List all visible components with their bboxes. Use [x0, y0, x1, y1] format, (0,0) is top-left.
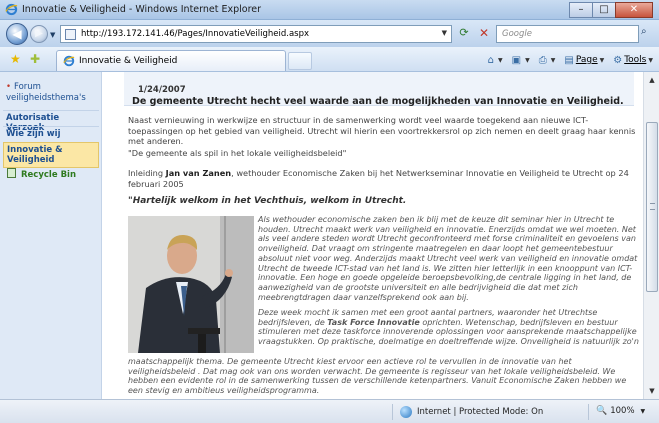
article-subtitle: "De gemeente als spil in het lokale veil…: [128, 148, 347, 158]
forward-button[interactable]: ▶: [30, 25, 48, 43]
security-zone[interactable]: Internet | Protected Mode: On: [400, 406, 543, 418]
gear-icon: ⚙: [613, 54, 623, 66]
search-input[interactable]: Google: [496, 25, 639, 43]
article-intro: Naast vernieuwing in werkwijze en struct…: [128, 115, 636, 146]
task-force-name: Task Force Innovatie: [327, 317, 420, 327]
add-favorites-icon[interactable]: ✚: [30, 52, 40, 66]
article: 1/24/2007 De gemeente Utrecht hecht veel…: [104, 72, 643, 399]
sidebar-item-innovatie-veiligheid[interactable]: Innovatie & Veiligheid: [3, 142, 99, 168]
tab-bar: ★ ✚ Innovatie & Veiligheid ⌂ ▼ ▣ ▼ ⎙ ▼ ▤ Pag…: [0, 47, 659, 72]
zoom-magnifier-icon: 🔍: [596, 406, 608, 416]
minimize-button[interactable]: –: [569, 2, 593, 18]
page-icon: ▤: [564, 54, 574, 66]
speaker-name: Jan van Zanen: [165, 168, 232, 178]
print-icon: ⎙: [538, 54, 547, 66]
article-header: 1/24/2007 De gemeente Utrecht hecht veel…: [124, 72, 634, 107]
sidebar-item-forum-label: Forum veiligheidsthema's: [6, 82, 86, 103]
sidebar-section-header-clipped: [0, 72, 102, 77]
globe-icon: [400, 406, 412, 418]
zoom-dropdown-icon: ▼: [640, 407, 646, 415]
zoom-level-label: 100%: [610, 406, 635, 416]
new-tab-button[interactable]: [288, 52, 312, 70]
tools-menu[interactable]: ⚙ Tools ▼: [613, 55, 653, 66]
bullet-icon: •: [6, 82, 12, 92]
back-button[interactable]: ◀: [6, 23, 28, 45]
stop-icon[interactable]: ✕: [476, 26, 492, 42]
address-bar[interactable]: http://193.172.141.46/Pages/InnovatieVei…: [60, 25, 452, 43]
maximize-button[interactable]: □: [592, 2, 616, 18]
vertical-scrollbar[interactable]: ▲ ▼: [643, 72, 659, 399]
scrollbar-thumb[interactable]: [646, 122, 658, 292]
maximize-icon: □: [599, 4, 609, 15]
internet-explorer-tab-icon: [63, 55, 75, 67]
page-viewport: • Forum veiligheidsthema's Autorisatie Ve…: [0, 72, 643, 399]
home-button[interactable]: ⌂ ▼: [488, 55, 503, 66]
sidebar: • Forum veiligheidsthema's Autorisatie Ve…: [0, 72, 102, 399]
address-dropdown-icon[interactable]: ▼: [442, 29, 447, 37]
close-button[interactable]: ✕: [615, 2, 653, 18]
tab-innovatie-veiligheid[interactable]: Innovatie & Veiligheid: [56, 50, 286, 71]
sidebar-item-forum[interactable]: • Forum veiligheidsthema's: [6, 82, 98, 104]
tab-label: Innovatie & Veiligheid: [79, 56, 178, 66]
speaker-photo: [128, 216, 254, 353]
article-date: 1/24/2007: [138, 85, 186, 95]
recycle-bin-label: Recycle Bin: [21, 170, 77, 180]
navigation-bar: ◀ ▶ ▼ http://193.172.141.46/Pages/Innova…: [0, 20, 659, 47]
window-controls: – □ ✕: [569, 2, 653, 18]
grip-icon: [650, 203, 655, 210]
status-divider: [392, 404, 393, 420]
article-lead-prefix: Inleiding: [128, 168, 166, 178]
forward-arrow-icon: ▶: [35, 28, 43, 39]
search-placeholder: Google: [502, 29, 532, 39]
status-divider: [588, 404, 589, 420]
close-icon: ✕: [629, 4, 639, 15]
recent-pages-dropdown[interactable]: ▼: [50, 31, 55, 39]
recycle-bin-icon: [7, 168, 16, 178]
refresh-icon[interactable]: ⟳: [456, 26, 472, 42]
page-icon: [65, 29, 76, 40]
sidebar-item-wie-zijn-wij[interactable]: Wie zijn wij: [3, 126, 99, 141]
window-title: Innovatie & Veiligheid - Windows Interne…: [22, 4, 262, 15]
article-lead: Inleiding Jan van Zanen, wethouder Econo…: [128, 168, 640, 189]
quote-paragraph-1: Als wethouder economische zaken ben ik b…: [258, 215, 638, 302]
title-bar: Innovatie & Veiligheid - Windows Interne…: [0, 0, 659, 20]
page-menu-label: Page: [575, 55, 598, 65]
command-bar: ⌂ ▼ ▣ ▼ ⎙ ▼ ▤ Page ▼ ⚙ Tools ▼: [479, 53, 653, 67]
quote-paragraph-3: maatschappelijk thema. De gemeente Utrec…: [128, 357, 627, 396]
minimize-icon: –: [578, 4, 584, 15]
article-welcome: "Hartelijk welkom in het Vechthuis, welk…: [128, 196, 407, 206]
internet-explorer-icon: [5, 3, 18, 16]
scroll-down-icon[interactable]: ▼: [645, 384, 659, 398]
page-menu[interactable]: ▤ Page ▼: [564, 55, 604, 66]
search-icon[interactable]: ⌕: [641, 26, 655, 40]
back-arrow-icon: ◀: [12, 27, 22, 41]
zoom-level[interactable]: 🔍 100% ▼: [596, 406, 645, 416]
feeds-icon: ▣: [511, 54, 522, 66]
feeds-button[interactable]: ▣ ▼: [512, 55, 530, 66]
status-bar: Internet | Protected Mode: On 🔍 100% ▼: [0, 399, 659, 423]
sidebar-item-recycle-bin[interactable]: Recycle Bin: [7, 168, 76, 180]
tools-menu-label: Tools: [624, 55, 647, 65]
home-icon: ⌂: [487, 54, 495, 66]
print-button[interactable]: ⎙ ▼: [539, 55, 556, 66]
favorites-star-icon[interactable]: ★: [10, 52, 21, 66]
security-zone-label: Internet | Protected Mode: On: [417, 407, 544, 417]
article-headline: De gemeente Utrecht hecht veel waarde aa…: [132, 96, 624, 107]
quote-paragraph-2: Deze week mocht ik samen met een groot a…: [258, 308, 640, 347]
address-url[interactable]: http://193.172.141.46/Pages/InnovatieVei…: [81, 29, 309, 39]
scroll-up-icon[interactable]: ▲: [645, 73, 659, 87]
